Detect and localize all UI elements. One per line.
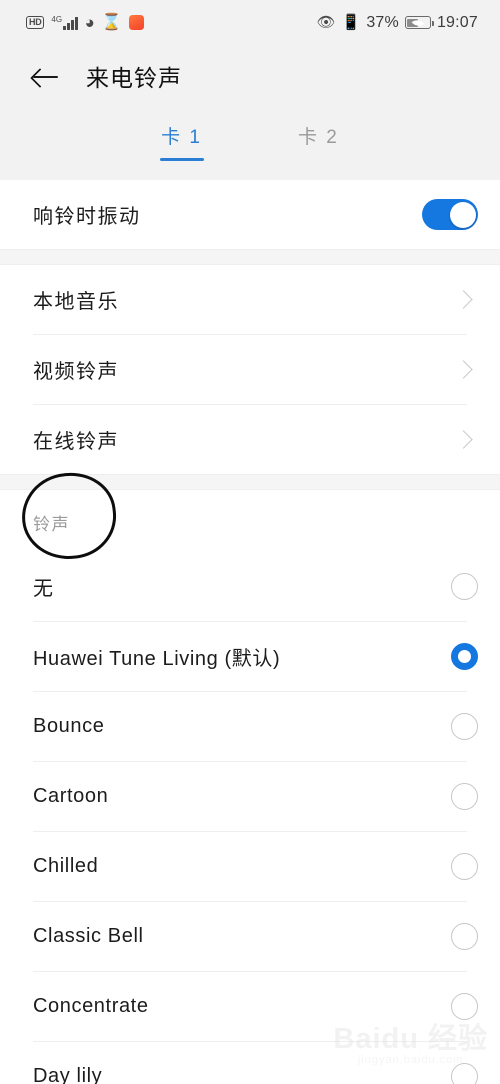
local-music-row[interactable]: 本地音乐 — [0, 265, 500, 334]
ringtone-label: Concentrate — [33, 995, 149, 1017]
ringtone-radio[interactable] — [451, 573, 478, 600]
ringtone-label: Bounce — [33, 715, 105, 737]
signal-bars-glyph — [63, 16, 78, 30]
vibrate-when-ringing-row[interactable]: 响铃时振动 — [0, 180, 500, 249]
hd-icon: HD — [26, 16, 45, 29]
ringtone-radio[interactable] — [451, 923, 478, 950]
ringtone-source-section: 本地音乐 视频铃声 在线铃声 — [0, 265, 500, 474]
ringtone-radio[interactable] — [451, 853, 478, 880]
ringtone-section-header: 铃声 — [0, 490, 500, 552]
tab-sim-2[interactable]: 卡 2 — [298, 122, 339, 161]
app-bar: 来电铃声 — [0, 45, 500, 107]
section-gap-1 — [0, 249, 500, 265]
ringtone-label: Day lily — [33, 1065, 103, 1084]
clock-label: 19:07 — [436, 13, 478, 31]
vibrate-toggle[interactable] — [422, 199, 478, 230]
ringtone-row-day-lily[interactable]: Day lily — [0, 1042, 500, 1084]
status-bar-left: HD 4G ◕ ⌛ — [26, 14, 144, 31]
sim-tab-bar: 卡 1 卡 2 — [0, 107, 500, 180]
battery-icon — [404, 16, 434, 29]
local-music-label: 本地音乐 — [33, 291, 119, 313]
ringtone-row-concentrate[interactable]: Concentrate — [0, 972, 500, 1041]
chevron-right-icon — [454, 290, 473, 309]
hourglass-icon: ⌛ — [101, 13, 122, 31]
ringtone-label: Chilled — [33, 855, 99, 877]
ringtone-label: Cartoon — [33, 785, 109, 807]
ringtone-row-classic-bell[interactable]: Classic Bell — [0, 902, 500, 971]
eye-icon: 👁 — [316, 14, 336, 31]
online-ringtone-label: 在线铃声 — [33, 431, 119, 453]
ringtone-radio-selected[interactable] — [451, 643, 478, 670]
app-icon — [128, 15, 144, 30]
ringtone-row-cartoon[interactable]: Cartoon — [0, 762, 500, 831]
vibrate-section: 响铃时振动 — [0, 180, 500, 249]
chevron-right-icon — [454, 430, 473, 449]
section-gap-2 — [0, 474, 500, 490]
status-bar-right: 👁 📱 37% 19:07 — [317, 14, 478, 32]
ringtone-list-section: 铃声 无 Huawei Tune Living (默认) Bounce Cart… — [0, 490, 500, 1084]
page-title: 来电铃声 — [86, 65, 182, 91]
ringtone-radio[interactable] — [451, 993, 478, 1020]
vibrate-row-label: 响铃时振动 — [33, 206, 141, 228]
phone-screen: HD 4G ◕ ⌛ 👁 📱 37% 19:07 来电铃声 卡 1 卡 2 响铃时… — [0, 0, 500, 1084]
signal-bars-icon: 4G — [51, 14, 78, 30]
ringtone-label: Huawei Tune Living (默认) — [33, 648, 281, 670]
ringtone-label: Classic Bell — [33, 925, 144, 947]
ringtone-row-bounce[interactable]: Bounce — [0, 692, 500, 761]
online-ringtone-row[interactable]: 在线铃声 — [0, 405, 500, 474]
ringtone-label: 无 — [33, 578, 54, 600]
tab-sim-1[interactable]: 卡 1 — [161, 122, 202, 161]
status-bar: HD 4G ◕ ⌛ 👁 📱 37% 19:07 — [0, 0, 500, 45]
video-ringtone-row[interactable]: 视频铃声 — [0, 335, 500, 404]
vibrate-icon: 📱 — [341, 14, 361, 31]
video-ringtone-label: 视频铃声 — [33, 361, 119, 383]
ringtone-radio[interactable] — [451, 1063, 478, 1084]
battery-percent-label: 37% — [366, 13, 399, 31]
wifi-icon: ◕ — [84, 13, 95, 32]
ringtone-section-label: 铃声 — [33, 515, 70, 534]
ringtone-radio[interactable] — [451, 713, 478, 740]
ringtone-row-none[interactable]: 无 — [0, 552, 500, 621]
network-type-label: 4G — [51, 14, 63, 24]
ringtone-row-chilled[interactable]: Chilled — [0, 832, 500, 901]
chevron-right-icon — [454, 360, 473, 379]
ringtone-radio[interactable] — [451, 783, 478, 810]
back-arrow-icon[interactable] — [30, 61, 60, 91]
ringtone-row-huawei-tune-living[interactable]: Huawei Tune Living (默认) — [0, 622, 500, 691]
